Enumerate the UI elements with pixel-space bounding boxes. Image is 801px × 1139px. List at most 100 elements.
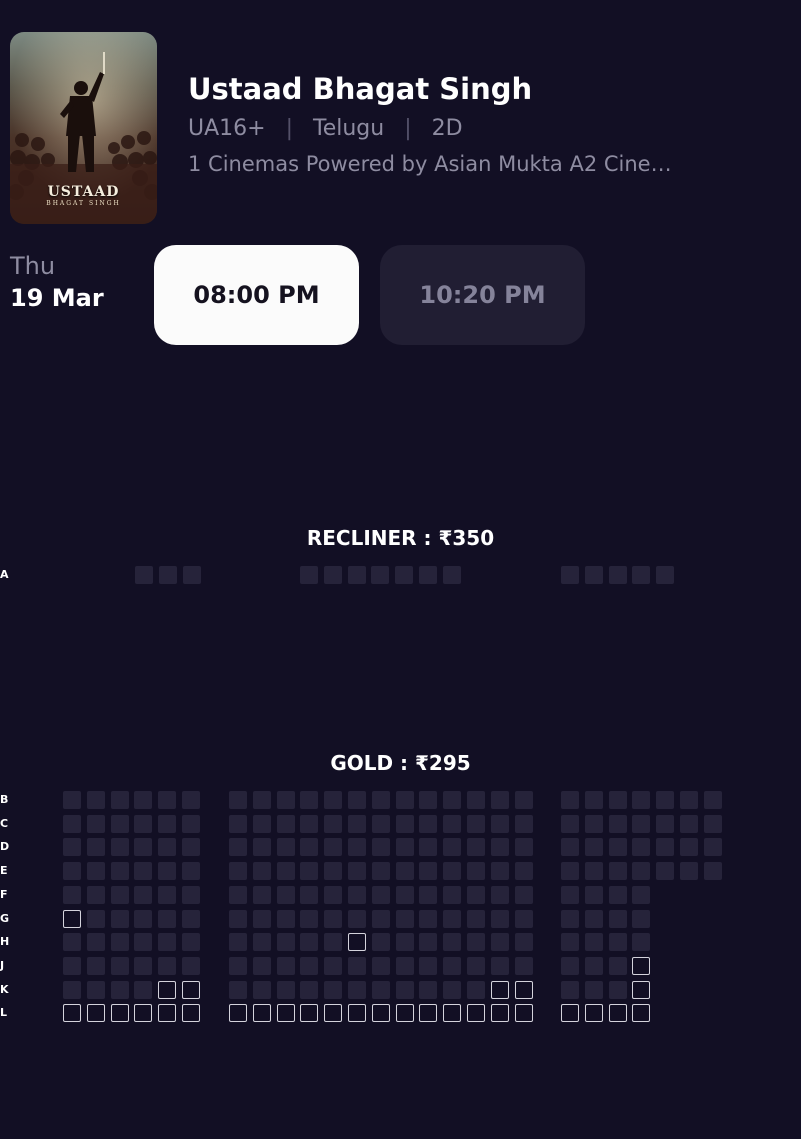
seat-available[interactable]: [110, 1004, 129, 1023]
seat-booked: [348, 909, 366, 928]
seat-booked: [86, 980, 105, 999]
seat-booked: [229, 791, 247, 809]
seat-available[interactable]: [371, 1004, 390, 1023]
seat-available[interactable]: [632, 1004, 651, 1023]
seat-available[interactable]: [63, 1004, 81, 1023]
seat-available[interactable]: [134, 1004, 153, 1023]
seat-booked: [608, 814, 627, 833]
seat-available[interactable]: [300, 1004, 319, 1023]
seat-booked: [158, 862, 177, 881]
seat-booked: [656, 862, 675, 881]
seat-booked: [514, 838, 533, 857]
seat-available[interactable]: [561, 1004, 579, 1023]
seat-booked: [490, 791, 509, 809]
seat-available[interactable]: [182, 1004, 200, 1023]
seat-booked: [561, 933, 579, 952]
seat-booked: [276, 791, 295, 809]
seat-booked: [110, 791, 129, 809]
seat-booked: [514, 814, 533, 833]
row-label-a: A: [0, 568, 9, 581]
seat-booked: [395, 956, 414, 975]
seat-booked: [300, 933, 319, 952]
seat-booked: [276, 862, 295, 881]
seat-booked: [656, 791, 675, 809]
seat-booked: [110, 862, 129, 881]
seat-booked: [134, 980, 153, 999]
seat-booked: [300, 862, 319, 881]
seat-available[interactable]: [348, 933, 366, 952]
seat-booked: [584, 933, 603, 952]
seat-available[interactable]: [490, 1004, 509, 1023]
row-label-k: K: [0, 982, 9, 996]
seat-booked: [86, 885, 105, 904]
seat-booked: [443, 933, 462, 952]
seat-booked: [182, 933, 200, 952]
seat-available[interactable]: [252, 1004, 271, 1023]
seat-booked: [371, 566, 390, 584]
seat-booked: [182, 909, 200, 928]
seat-booked: [703, 838, 722, 857]
seat-booked: [300, 885, 319, 904]
seat-booked: [371, 814, 390, 833]
seat-booked: [300, 956, 319, 975]
seat-booked: [324, 909, 343, 928]
seat-available[interactable]: [276, 1004, 295, 1023]
row-label-f: F: [0, 887, 8, 901]
seat-available[interactable]: [490, 980, 509, 999]
seat-booked: [324, 933, 343, 952]
seat-available[interactable]: [158, 1004, 177, 1023]
seat-booked: [300, 909, 319, 928]
seat-booked: [584, 909, 603, 928]
seat-booked: [134, 838, 153, 857]
seat-booked: [276, 980, 295, 999]
seat-booked: [324, 862, 343, 881]
seat-booked: [395, 838, 414, 857]
seat-available[interactable]: [182, 980, 200, 999]
seat-available[interactable]: [584, 1004, 603, 1023]
seat-booked: [419, 838, 438, 857]
seat-available[interactable]: [443, 1004, 462, 1023]
seat-available[interactable]: [632, 980, 651, 999]
seat-booked: [229, 862, 247, 881]
seat-booked: [324, 791, 343, 809]
seat-booked: [229, 909, 247, 928]
seat-booked: [252, 980, 271, 999]
seat-available[interactable]: [324, 1004, 343, 1023]
seat-booked: [371, 862, 390, 881]
seat-booked: [63, 980, 81, 999]
seat-booked: [632, 885, 651, 904]
seat-available[interactable]: [514, 980, 533, 999]
seat-available[interactable]: [608, 1004, 627, 1023]
seat-available[interactable]: [86, 1004, 105, 1023]
seat-booked: [134, 933, 153, 952]
seat-booked: [443, 885, 462, 904]
seat-booked: [371, 838, 390, 857]
seat-booked: [490, 956, 509, 975]
seat-booked: [63, 791, 81, 809]
seat-available[interactable]: [158, 980, 177, 999]
seat-available[interactable]: [632, 956, 651, 975]
seat-available[interactable]: [419, 1004, 438, 1023]
seat-booked: [467, 933, 485, 952]
seat-booked: [584, 956, 603, 975]
seat-booked: [324, 885, 343, 904]
seat-booked: [608, 862, 627, 881]
seat-booked: [276, 909, 295, 928]
seat-booked: [395, 862, 414, 881]
seat-available[interactable]: [395, 1004, 414, 1023]
seat-available[interactable]: [229, 1004, 247, 1023]
seat-booked: [182, 838, 200, 857]
seat-available[interactable]: [63, 909, 81, 928]
seat-booked: [490, 862, 509, 881]
seat-booked: [158, 838, 177, 857]
seat-available[interactable]: [467, 1004, 485, 1023]
seat-booked: [158, 791, 177, 809]
seat-booked: [158, 814, 177, 833]
seat-available[interactable]: [514, 1004, 533, 1023]
seat-booked: [348, 956, 366, 975]
seat-booked: [158, 933, 177, 952]
seat-available[interactable]: [348, 1004, 366, 1023]
seat-booked: [110, 956, 129, 975]
seat-booked: [584, 862, 603, 881]
seat-booked: [443, 956, 462, 975]
